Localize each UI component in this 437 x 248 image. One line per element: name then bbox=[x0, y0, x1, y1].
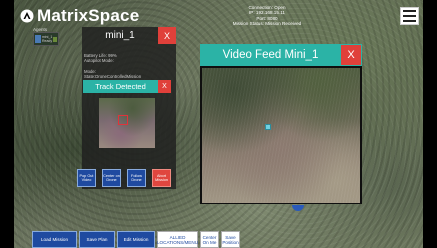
agent-status-indicator bbox=[53, 36, 57, 42]
track-snapshot bbox=[99, 98, 155, 148]
video-feed-title: Video Feed Mini_1 bbox=[222, 49, 319, 61]
video-feed-close-button[interactable]: X bbox=[341, 45, 361, 65]
drone-panel-close-button[interactable]: X bbox=[158, 27, 176, 44]
mission-status-line: Mission Status: Mission Received bbox=[232, 21, 302, 27]
load-mission-button[interactable]: Load Mission bbox=[32, 231, 77, 248]
save-plan-button[interactable]: Save Plan bbox=[79, 231, 115, 248]
bottom-toolbar: Load Mission Save Plan Edit Mission ALLI… bbox=[32, 231, 240, 248]
allied-locations-button[interactable]: ALLIED LOCATIONS/MENU bbox=[157, 231, 198, 248]
drone-info: Battery Life: 99% Autopilot Mode: Mode: … bbox=[82, 44, 176, 79]
video-feed-image bbox=[202, 68, 360, 203]
hamburger-menu-icon[interactable] bbox=[400, 7, 419, 25]
left-letterbox bbox=[0, 0, 14, 248]
center-on-me-button[interactable]: Center On Me bbox=[200, 231, 219, 248]
matrixspace-logo-icon bbox=[20, 9, 34, 23]
track-detected-title: Track Detected bbox=[95, 82, 146, 91]
track-close-button[interactable]: X bbox=[158, 80, 171, 93]
drone-panel-header: mini_1 X bbox=[82, 27, 176, 44]
state-line: State:DroneControlledMission bbox=[84, 73, 142, 79]
connection-status: Connection: Open IP: 192.168.15.11 Port:… bbox=[212, 5, 322, 27]
edit-mission-button[interactable]: Edit Mission bbox=[117, 231, 155, 248]
center-on-drone-button[interactable]: Center on Drone bbox=[102, 169, 121, 187]
brand: MatrixSpace bbox=[20, 6, 139, 26]
pop-out-video-button[interactable]: Pop Out Video bbox=[77, 169, 96, 187]
agent-thumbnail bbox=[35, 35, 41, 43]
agent-status: Ready bbox=[41, 39, 53, 43]
video-target-marker bbox=[265, 124, 271, 130]
track-detected-bar: Track Detected X bbox=[83, 80, 171, 93]
right-letterbox bbox=[423, 0, 437, 248]
drone-panel-title: mini_1 bbox=[105, 30, 135, 41]
agent-card[interactable]: mini_1 Ready bbox=[33, 32, 59, 46]
abort-mission-button[interactable]: Abort Mission bbox=[152, 169, 171, 187]
save-position-button[interactable]: Save Position bbox=[221, 231, 240, 248]
video-feed-window: Video Feed Mini_1 X bbox=[200, 44, 362, 204]
video-feed-header[interactable]: Video Feed Mini_1 X bbox=[200, 44, 362, 66]
follow-drone-button[interactable]: Follow Drone bbox=[127, 169, 146, 187]
brand-name: MatrixSpace bbox=[37, 6, 140, 25]
track-target-box bbox=[118, 115, 128, 125]
agents-panel: Agents mini_1 Ready bbox=[33, 27, 61, 47]
